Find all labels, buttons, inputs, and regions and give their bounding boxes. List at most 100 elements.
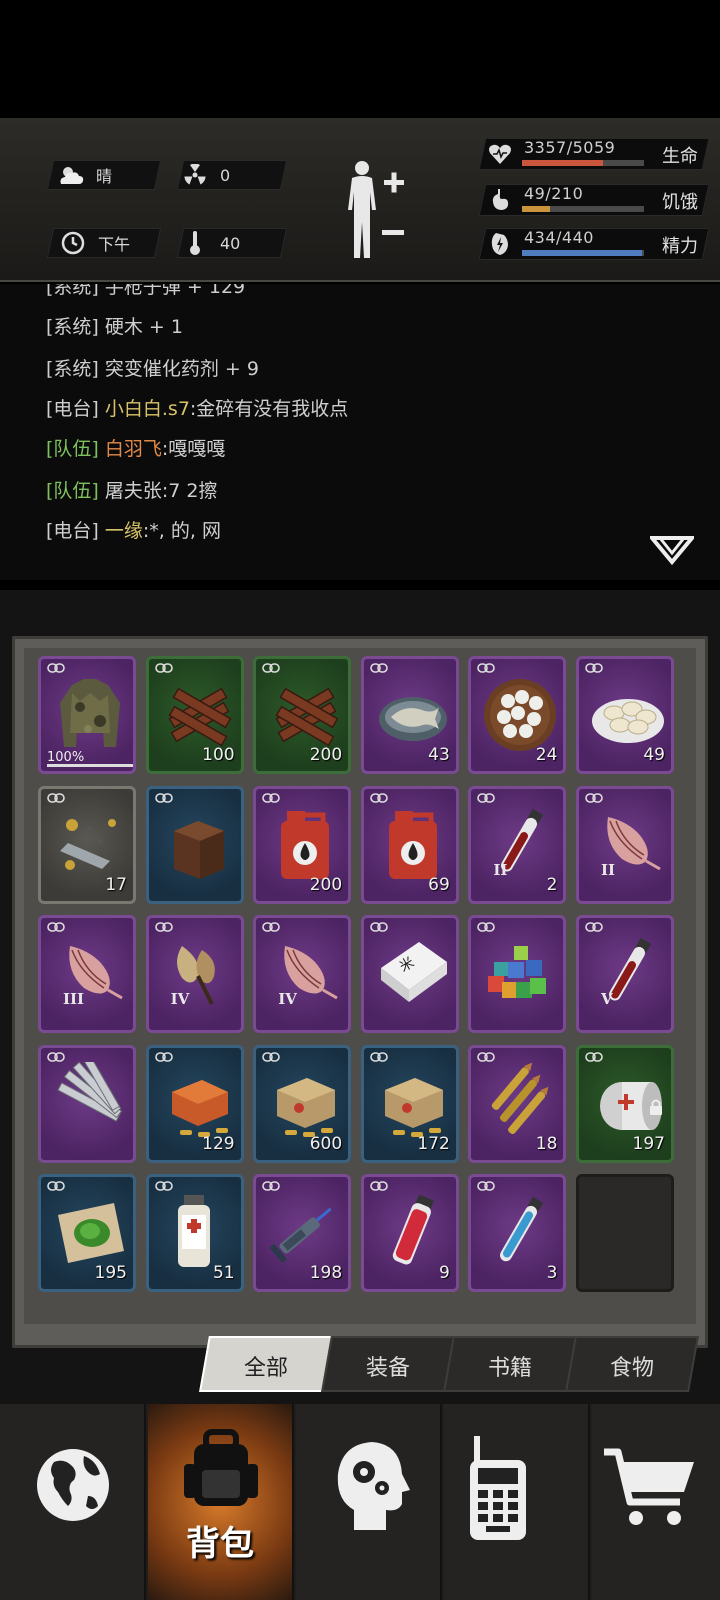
- item-tier: II: [493, 860, 508, 879]
- fuel-can-icon: [388, 810, 437, 879]
- inventory-slot-wood-planks[interactable]: 200: [253, 656, 352, 774]
- chat-line: [系统] 硬木 + 1: [46, 312, 183, 339]
- camo-jacket-icon: [60, 679, 120, 747]
- nav-backpack[interactable]: 背包: [148, 1404, 294, 1600]
- item-quantity: 600: [309, 1133, 343, 1154]
- link-icon: [369, 792, 388, 803]
- inventory-slot-seed-pod[interactable]: III: [38, 915, 136, 1034]
- nav-radio[interactable]: [444, 1404, 590, 1600]
- chat-sender-name[interactable]: 小白白.s7: [105, 398, 190, 420]
- inventory-slot-ammo-box-red[interactable]: 129: [145, 1044, 244, 1163]
- item-tier: IV: [278, 990, 297, 1009]
- item-quantity: 18: [535, 1133, 558, 1154]
- inventory-slot-seed-pod[interactable]: II: [576, 785, 674, 904]
- inventory-slot-red-vial[interactable]: 9: [360, 1174, 459, 1293]
- item-quantity: 17: [105, 874, 127, 895]
- item-quantity: 172: [417, 1133, 450, 1154]
- hunger-label: 饥饿: [662, 192, 698, 213]
- link-icon: [262, 663, 280, 673]
- herb-cloth-icon: [58, 1203, 124, 1264]
- link-icon: [369, 1181, 388, 1192]
- inventory-slot-seed-pod-dark[interactable]: IV: [145, 915, 244, 1034]
- nav-skills[interactable]: [296, 1404, 442, 1600]
- link-icon: [47, 922, 65, 932]
- hunger-stat: 49/210 饥饿: [486, 184, 706, 216]
- cart-icon: [604, 1448, 694, 1525]
- tab-food-label: 食物: [609, 1356, 654, 1381]
- heart-icon: [486, 143, 514, 165]
- chat-channel-tag: [电台]: [46, 520, 99, 542]
- item-tier: II: [601, 860, 616, 879]
- chat-channel-tag: [系统]: [46, 358, 99, 380]
- inventory-slot-ammo-box-tan[interactable]: 600: [253, 1044, 352, 1163]
- inventory-slot-spray-bottle[interactable]: 51: [145, 1174, 244, 1293]
- wood-planks-icon: [275, 687, 339, 747]
- inventory-slot-rifle-rounds[interactable]: 18: [468, 1044, 567, 1163]
- inventory-slot-blue-vial[interactable]: 3: [468, 1174, 567, 1293]
- bottom-nav: 背包: [0, 1404, 720, 1600]
- inventory-slot-rice-pack[interactable]: 米: [360, 915, 459, 1034]
- inventory-slot-fish-plate[interactable]: 43: [360, 656, 459, 774]
- inventory-slot-metal-bars[interactable]: [38, 1044, 136, 1163]
- item-quantity: 9: [438, 1263, 450, 1284]
- link-icon: [477, 1181, 496, 1192]
- link-icon: [477, 663, 496, 673]
- chat-log[interactable]: [系统] 手枪子弹 + 129 [系统] 硬木 + 1 [系统] 突变催化药剂 + …: [0, 284, 720, 580]
- inventory-slot-syringe[interactable]: 198: [253, 1174, 352, 1293]
- health-bar-fill: [522, 160, 603, 166]
- energy-stat: 434/440 精力: [486, 228, 706, 260]
- nav-shop[interactable]: [592, 1404, 720, 1600]
- chat-line: [系统] 突变催化药剂 + 9: [46, 354, 259, 381]
- link-icon: [585, 792, 603, 803]
- red-vial-icon: [392, 1195, 434, 1265]
- fish-plate-icon: [378, 697, 447, 741]
- inventory-slot-herb-cloth[interactable]: 195: [38, 1174, 136, 1293]
- link-icon: [47, 792, 65, 803]
- item-tier: V: [601, 990, 613, 1009]
- inventory-grid[interactable]: 100% 100 200 43 24 49 17 200 69 II 2 II III IV IV 米 V 129…: [24, 648, 696, 1324]
- cloud-sun-icon: [56, 164, 86, 186]
- inventory-slot-toy-blocks[interactable]: [468, 915, 567, 1034]
- chat-sender-name[interactable]: 屠夫张: [105, 480, 162, 502]
- inventory-slot-ammo-box-tan[interactable]: 172: [360, 1044, 459, 1163]
- thermometer-icon: [180, 230, 210, 256]
- tab-books-label: 书籍: [487, 1356, 532, 1381]
- durability-bar: [47, 764, 133, 767]
- inventory-slot-hardwood-block[interactable]: [145, 785, 244, 904]
- seed-pod-icon: [284, 946, 338, 1000]
- inventory-slot-blood-vial[interactable]: V: [576, 915, 674, 1034]
- item-quantity: 200: [309, 745, 343, 765]
- chat-sender-name[interactable]: 白羽飞: [105, 438, 162, 460]
- item-quantity: 195: [94, 1263, 127, 1284]
- backpack-icon: [184, 1429, 258, 1506]
- chat-sender-name[interactable]: 一缘: [105, 520, 143, 542]
- tab-all-label: 全部: [243, 1356, 288, 1381]
- inventory-slot-wood-planks[interactable]: 100: [145, 656, 244, 774]
- toy-blocks-icon: [488, 946, 547, 999]
- inventory-slot-egg-basket[interactable]: 24: [468, 656, 567, 774]
- chat-channel-tag: [电台]: [46, 398, 99, 420]
- inventory-slot-fuel-can[interactable]: 200: [253, 785, 352, 904]
- chat-line: [系统] 手枪子弹 + 129: [46, 284, 245, 299]
- link-icon: [154, 792, 173, 803]
- inventory-slot-seed-pod[interactable]: IV: [253, 915, 352, 1034]
- seed-pod-icon: [69, 946, 123, 1000]
- chevron-down-icon[interactable]: [650, 534, 694, 566]
- link-icon: [477, 922, 496, 932]
- inventory-slot-bandage-roll[interactable]: 197: [576, 1044, 674, 1163]
- link-icon: [585, 663, 603, 673]
- rifle-rounds-icon: [492, 1062, 549, 1134]
- inventory-slot-empty[interactable]: [576, 1174, 674, 1293]
- clock-icon: [58, 231, 88, 255]
- link-icon: [477, 1051, 496, 1062]
- inventory-slot-fuel-can[interactable]: 69: [360, 785, 459, 904]
- inventory-slot-blood-vial[interactable]: II 2: [468, 785, 567, 904]
- blue-vial-icon: [500, 1197, 544, 1262]
- body-status-button[interactable]: [340, 158, 410, 262]
- inventory-slot-scrap-metal[interactable]: 17: [38, 785, 136, 904]
- nav-world-map[interactable]: [0, 1404, 146, 1600]
- item-quantity: 129: [202, 1133, 235, 1154]
- radiation-icon: [180, 164, 210, 186]
- inventory-slot-camo-jacket[interactable]: 100%: [38, 656, 136, 774]
- inventory-slot-dumpling-plate[interactable]: 49: [576, 656, 674, 774]
